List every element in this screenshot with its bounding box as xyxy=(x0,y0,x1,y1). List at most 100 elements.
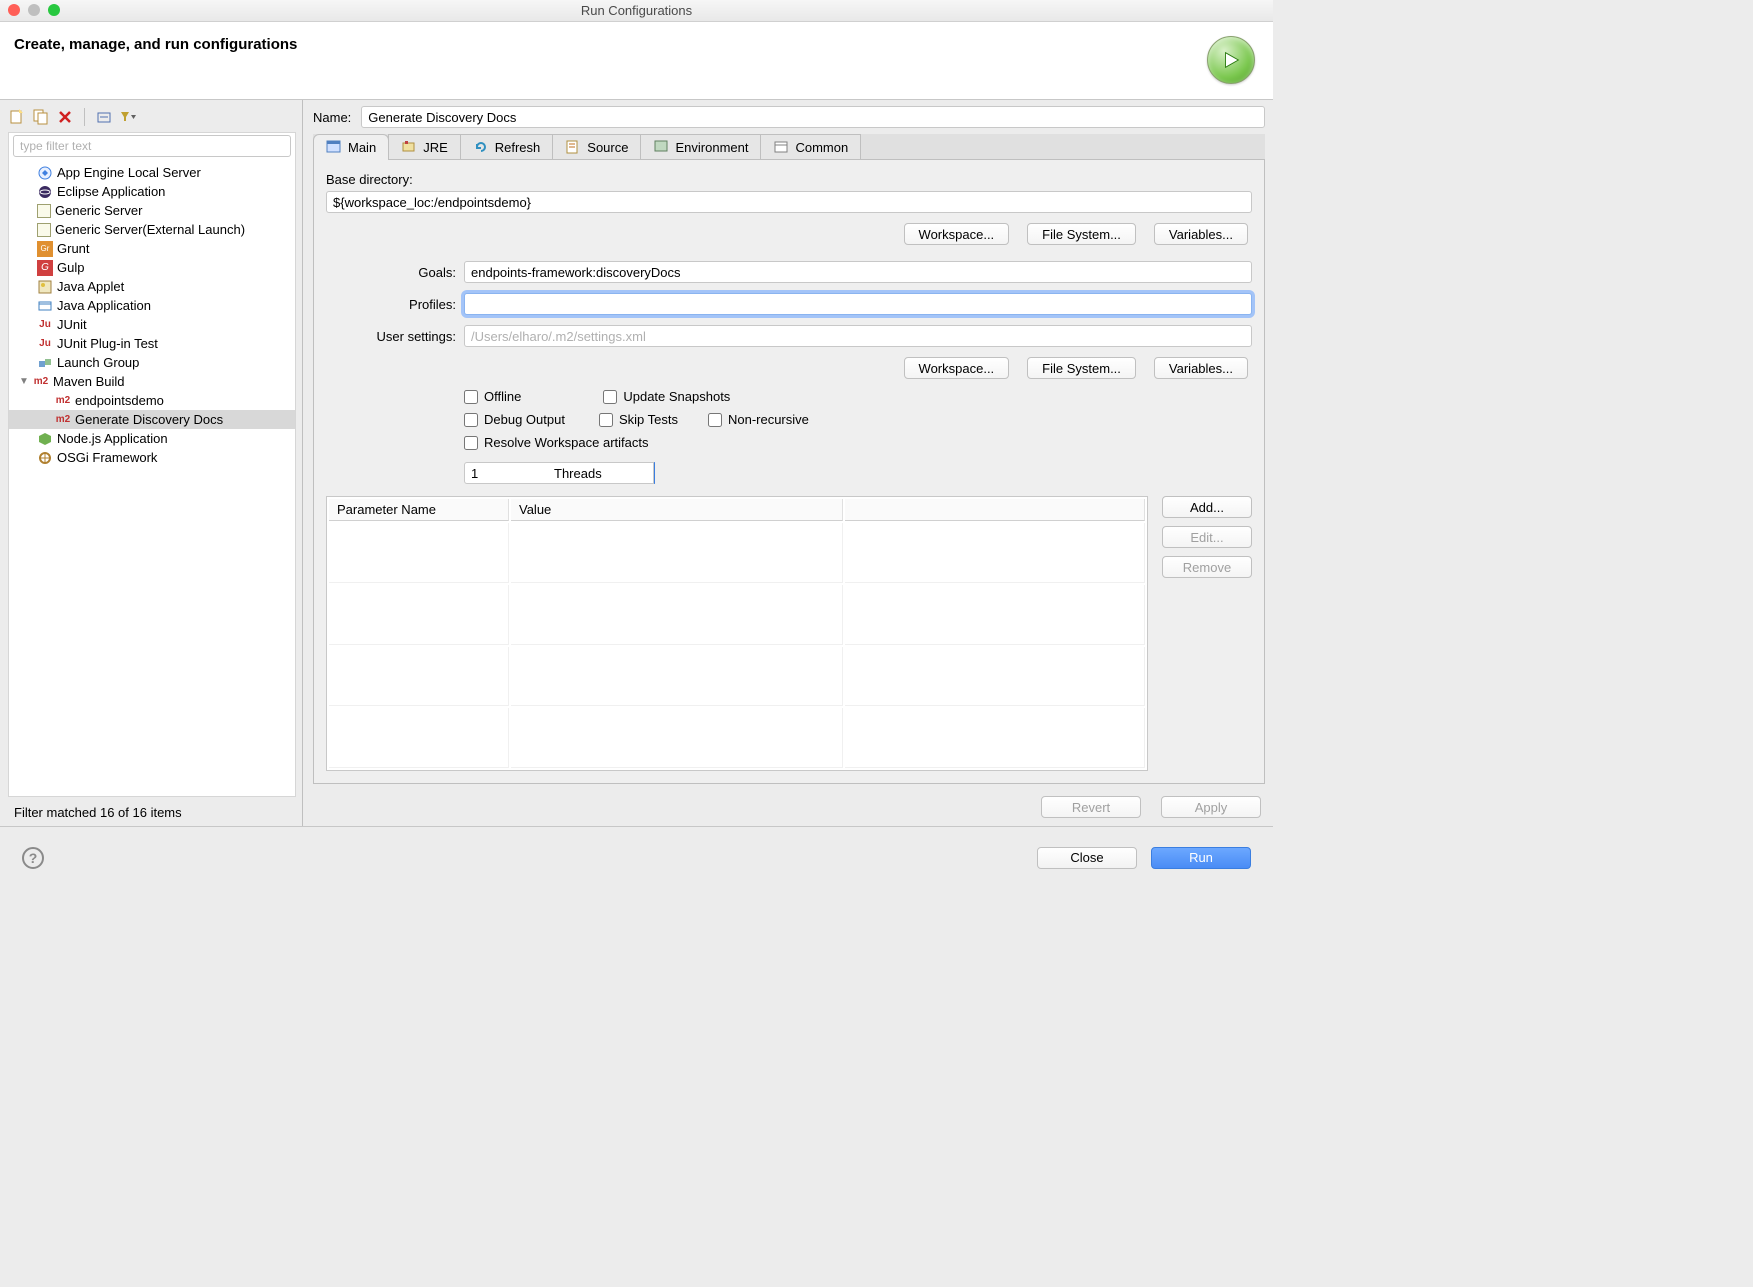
tab-source[interactable]: Source xyxy=(552,134,641,159)
help-icon[interactable]: ? xyxy=(22,847,44,869)
minimize-window-icon xyxy=(28,4,40,16)
tree-item[interactable]: Launch Group xyxy=(9,353,295,372)
tree-item[interactable]: OSGi Framework xyxy=(9,448,295,467)
tree-item-label: Generic Server xyxy=(55,203,142,218)
goals-input[interactable] xyxy=(464,261,1252,283)
params-table[interactable]: Parameter Name Value xyxy=(326,496,1148,771)
close-button[interactable]: Close xyxy=(1037,847,1137,869)
tree-item[interactable]: App Engine Local Server xyxy=(9,163,295,182)
table-row[interactable] xyxy=(329,523,1145,583)
junit-icon: Ju xyxy=(37,317,53,333)
base-dir-input[interactable] xyxy=(326,191,1252,213)
java-icon xyxy=(37,298,53,314)
env-tab-icon xyxy=(653,139,669,155)
table-row[interactable] xyxy=(329,708,1145,768)
tab-environment[interactable]: Environment xyxy=(640,134,761,159)
tab-refresh[interactable]: Refresh xyxy=(460,134,554,159)
run-hero-icon xyxy=(1207,36,1255,84)
check-label: Resolve Workspace artifacts xyxy=(484,435,649,450)
new-config-icon[interactable] xyxy=(8,108,26,126)
tree-item-label: Java Application xyxy=(57,298,151,313)
tree-item[interactable]: Generic Server(External Launch) xyxy=(9,220,295,239)
name-input[interactable] xyxy=(361,106,1265,128)
tree-item[interactable]: m2endpointsdemo xyxy=(9,391,295,410)
skip-tests-checkbox[interactable]: Skip Tests xyxy=(599,412,678,427)
offline-checkbox[interactable]: Offline xyxy=(464,389,521,404)
tab-common[interactable]: Common xyxy=(760,134,861,159)
filesystem-button[interactable]: File System... xyxy=(1027,223,1136,245)
maven-icon: m2 xyxy=(33,374,49,390)
tree-item[interactable]: JuJUnit xyxy=(9,315,295,334)
apply-button: Apply xyxy=(1161,796,1261,818)
resolve-artifacts-checkbox[interactable]: Resolve Workspace artifacts xyxy=(464,435,649,450)
left-toolbar xyxy=(8,106,296,132)
revert-button: Revert xyxy=(1041,796,1141,818)
config-tree[interactable]: App Engine Local Server Eclipse Applicat… xyxy=(8,161,296,797)
check-label: Non-recursive xyxy=(728,412,809,427)
jre-tab-icon xyxy=(401,139,417,155)
filter-input[interactable] xyxy=(13,135,291,157)
filesystem-button-2[interactable]: File System... xyxy=(1027,357,1136,379)
launch-group-icon xyxy=(37,355,53,371)
right-pane: Name: Main JRE Refresh Source Environmen… xyxy=(303,100,1273,826)
filter-dropdown-icon[interactable] xyxy=(119,108,137,126)
workspace-button[interactable]: Workspace... xyxy=(904,223,1010,245)
goals-label: Goals: xyxy=(326,265,456,280)
tab-jre[interactable]: JRE xyxy=(388,134,461,159)
profiles-input[interactable] xyxy=(464,293,1252,315)
tree-item-selected[interactable]: m2Generate Discovery Docs xyxy=(9,410,295,429)
page-title: Create, manage, and run configurations xyxy=(14,36,297,53)
tree-item[interactable]: GrGrunt xyxy=(9,239,295,258)
tree-item[interactable]: GGulp xyxy=(9,258,295,277)
usersettings-input[interactable] xyxy=(464,325,1252,347)
tree-item-label: Grunt xyxy=(57,241,90,256)
run-button[interactable]: Run xyxy=(1151,847,1251,869)
check-label: Update Snapshots xyxy=(623,389,730,404)
threads-stepper[interactable]: ▲ ▼ xyxy=(464,462,542,484)
source-tab-icon xyxy=(565,139,581,155)
col-parameter-name[interactable]: Parameter Name xyxy=(329,499,509,521)
tab-main[interactable]: Main xyxy=(313,134,389,159)
duplicate-config-icon[interactable] xyxy=(32,108,50,126)
name-label: Name: xyxy=(313,110,351,125)
tree-item[interactable]: Eclipse Application xyxy=(9,182,295,201)
tree-item-label: Node.js Application xyxy=(57,431,168,446)
tree-item-label: Generate Discovery Docs xyxy=(75,412,223,427)
debug-output-checkbox[interactable]: Debug Output xyxy=(464,412,565,427)
tree-item[interactable]: Java Applet xyxy=(9,277,295,296)
tree-item-label: Gulp xyxy=(57,260,84,275)
collapse-all-icon[interactable] xyxy=(95,108,113,126)
delete-config-icon[interactable] xyxy=(56,108,74,126)
tab-label: Refresh xyxy=(495,140,541,155)
workspace-button-2[interactable]: Workspace... xyxy=(904,357,1010,379)
tab-label: JRE xyxy=(423,140,448,155)
add-param-button[interactable]: Add... xyxy=(1162,496,1252,518)
table-row[interactable] xyxy=(329,585,1145,645)
tree-item[interactable]: Generic Server xyxy=(9,201,295,220)
close-window-icon[interactable] xyxy=(8,4,20,16)
tree-item[interactable]: JuJUnit Plug-in Test xyxy=(9,334,295,353)
main-tab-icon xyxy=(326,139,342,155)
tree-item[interactable]: Node.js Application xyxy=(9,429,295,448)
toolbar-separator xyxy=(84,108,85,126)
appengine-icon xyxy=(37,165,53,181)
variables-button[interactable]: Variables... xyxy=(1154,223,1248,245)
tree-item-label: Eclipse Application xyxy=(57,184,165,199)
common-tab-icon xyxy=(773,139,789,155)
update-snapshots-checkbox[interactable]: Update Snapshots xyxy=(603,389,730,404)
col-value[interactable]: Value xyxy=(511,499,843,521)
tab-label: Main xyxy=(348,140,376,155)
non-recursive-checkbox[interactable]: Non-recursive xyxy=(708,412,809,427)
zoom-window-icon[interactable] xyxy=(48,4,60,16)
tree-item-maven[interactable]: ▼ m2 Maven Build xyxy=(9,372,295,391)
tab-label: Common xyxy=(795,140,848,155)
variables-button-2[interactable]: Variables... xyxy=(1154,357,1248,379)
check-label: Debug Output xyxy=(484,412,565,427)
disclosure-icon[interactable]: ▼ xyxy=(19,376,29,387)
table-row[interactable] xyxy=(329,647,1145,707)
dialog-footer: ? Close Run xyxy=(0,826,1273,888)
traffic-lights xyxy=(8,4,60,16)
tree-item-label: Maven Build xyxy=(53,374,125,389)
threads-label: Threads xyxy=(554,466,602,481)
tree-item[interactable]: Java Application xyxy=(9,296,295,315)
